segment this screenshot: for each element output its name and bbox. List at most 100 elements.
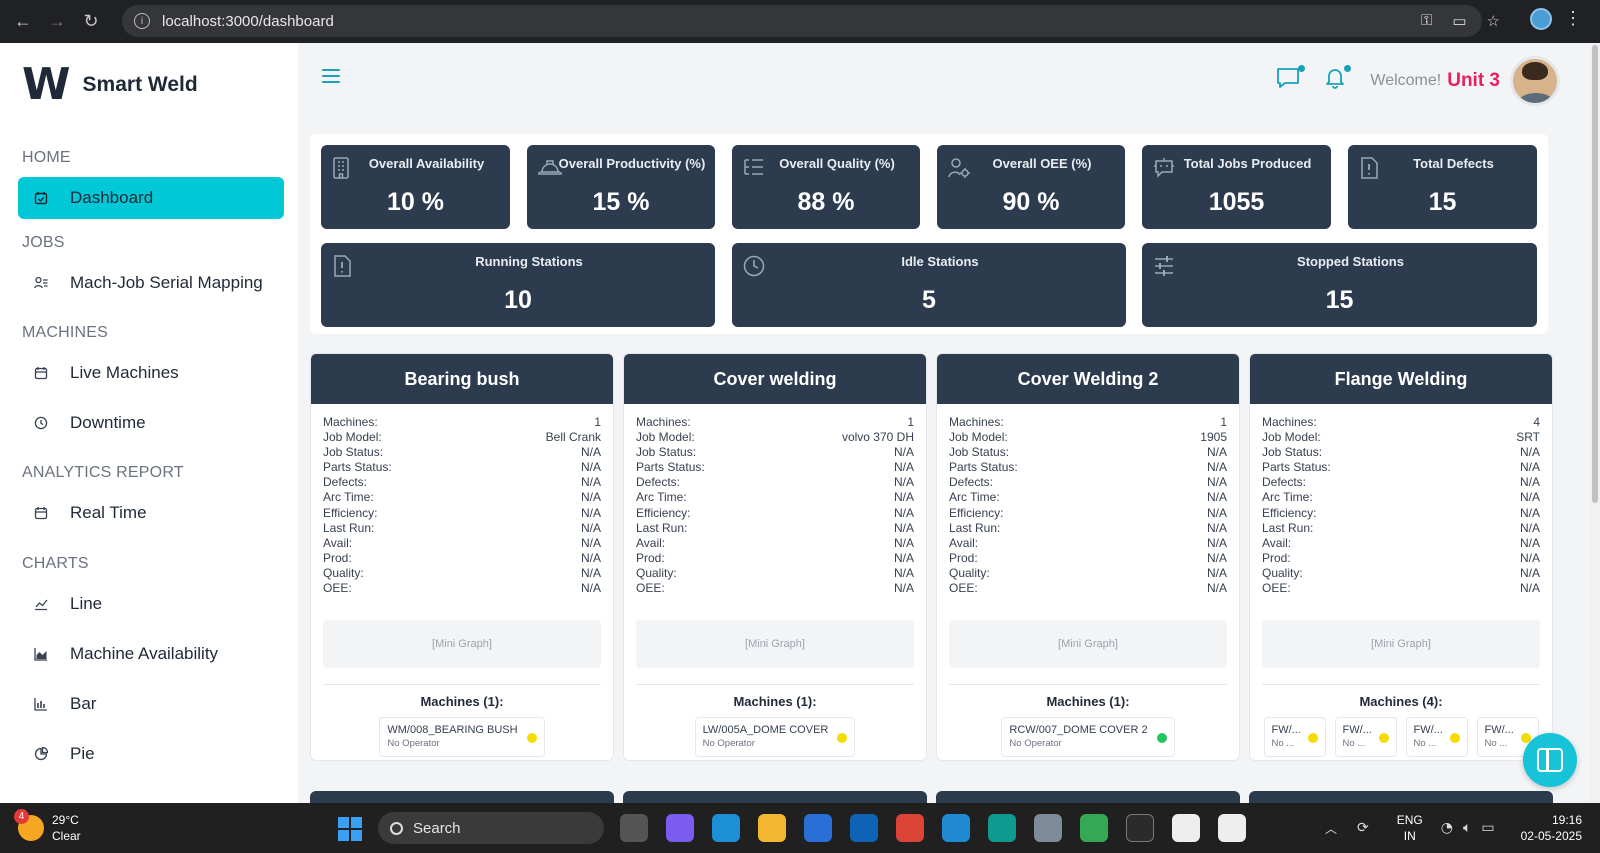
outlook-icon[interactable]: [850, 814, 878, 842]
address-bar[interactable]: i localhost:3000/dashboard: [122, 5, 1482, 37]
panel-icon: [1537, 748, 1563, 772]
sync-icon[interactable]: ⟳: [1357, 820, 1369, 836]
postman-icon[interactable]: [1218, 814, 1246, 842]
site-info-icon[interactable]: i: [134, 13, 150, 29]
back-icon[interactable]: ←: [12, 11, 34, 33]
password-key-icon[interactable]: ⚿: [1421, 12, 1432, 30]
sliders-icon: [1153, 255, 1173, 277]
detail-row: Quality: N/A: [636, 566, 914, 581]
detail-label: Machines:: [949, 415, 1004, 429]
wifi-icon[interactable]: ◔: [1441, 820, 1453, 836]
url-text: localhost:3000/dashboard: [162, 12, 334, 30]
next-station-card-header: [623, 791, 927, 803]
machine-chip[interactable]: FW/... No ...: [1334, 717, 1397, 758]
avatar[interactable]: [1510, 56, 1560, 106]
detail-value: N/A: [580, 520, 601, 535]
detail-row: Avail: N/A: [1262, 536, 1540, 551]
weather-widget[interactable]: 4 29°C Clear: [14, 809, 81, 844]
wave-app-icon[interactable]: [1172, 814, 1200, 842]
station-card: Cover Welding 2 Machines: 1 Job Model: 1905 J…: [936, 353, 1240, 761]
detail-value: N/A: [1206, 535, 1227, 550]
machine-chip[interactable]: LW/005A_DOME COVER No Operator: [694, 717, 856, 758]
detail-value: Bell Crank: [545, 430, 601, 445]
install-app-icon[interactable]: ▭: [1452, 12, 1466, 30]
detail-label: Quality:: [636, 565, 677, 580]
file-explorer-icon[interactable]: [758, 814, 786, 842]
sidebar-item-mach-job-serial-mapping[interactable]: Mach-Job Serial Mapping: [18, 262, 284, 304]
profile-avatar-icon[interactable]: [1530, 8, 1552, 30]
detail-value: N/A: [1206, 505, 1227, 520]
detail-label: Prod:: [949, 550, 978, 565]
chrome-icon[interactable]: [896, 814, 924, 842]
sidebar-item-real-time[interactable]: Real Time: [18, 492, 284, 534]
task-view-icon[interactable]: [620, 814, 648, 842]
clock-app-icon[interactable]: [988, 814, 1016, 842]
box-app-icon[interactable]: [1126, 814, 1154, 842]
system-tray: ︿ ⟳ ENG IN ◔ 🔈︎ ▭ 19:16 02-05-2025: [1325, 803, 1600, 853]
list-indent-icon: [743, 157, 763, 179]
machine-chips: LW/005A_DOME COVER No Operator: [624, 717, 926, 758]
sidebar-item-bar[interactable]: Bar: [18, 683, 284, 725]
menu-toggle-icon[interactable]: [322, 65, 340, 87]
status-dot: [1378, 733, 1389, 744]
sidebar-panel-toggle-button[interactable]: [1523, 733, 1577, 787]
reload-icon[interactable]: ↻: [80, 11, 102, 33]
machine-chip[interactable]: FW/... No ...: [1405, 717, 1468, 758]
status-dot: [1156, 733, 1167, 744]
detail-value: N/A: [580, 565, 601, 580]
pie-chart-icon: [34, 747, 48, 761]
detail-value: N/A: [1519, 581, 1540, 596]
detail-label: Machines:: [636, 415, 691, 429]
clock[interactable]: 19:16 02-05-2025: [1521, 812, 1582, 844]
forward-icon[interactable]: →: [46, 11, 68, 33]
kpi-label: Overall Availability: [368, 156, 485, 171]
detail-label: OEE:: [323, 581, 352, 596]
station-card: Bearing bush Machines: 1 Job Model: Bell Cra…: [310, 353, 614, 761]
taskbar-search[interactable]: Search: [378, 812, 604, 844]
chat-icon[interactable]: [1276, 65, 1306, 95]
tray-chevron-icon[interactable]: ︿: [1325, 820, 1337, 837]
machine-chips: WM/008_BEARING BUSH No Operator: [311, 717, 613, 758]
sidebar-item-label: Downtime: [70, 413, 146, 432]
detail-row: Machines: 1: [949, 415, 1227, 430]
detail-row: Quality: N/A: [949, 566, 1227, 581]
kpi-value: 90 %: [1002, 188, 1060, 216]
volume-icon[interactable]: 🔈︎: [1463, 820, 1471, 836]
machine-chip[interactable]: RCW/007_DOME COVER 2 No Operator: [1001, 717, 1175, 758]
detail-row: Avail: N/A: [636, 536, 914, 551]
brand-logo: W: [22, 59, 71, 110]
language-indicator[interactable]: ENG IN: [1397, 812, 1423, 844]
detail-row: Prod: N/A: [323, 551, 601, 566]
windows-start-icon[interactable]: [338, 817, 362, 841]
detail-value: N/A: [1206, 581, 1227, 596]
sidebar-item-line[interactable]: Line: [18, 583, 284, 625]
chrome-profile-icon[interactable]: [1080, 814, 1108, 842]
station-title: Flange Welding: [1250, 354, 1552, 404]
battery-icon[interactable]: ▭: [1481, 820, 1494, 836]
kpi-label: Total Jobs Produced: [1183, 156, 1312, 171]
sidebar-item-live-machines[interactable]: Live Machines: [18, 352, 284, 394]
sidebar-item-downtime[interactable]: Downtime: [18, 402, 284, 444]
chrome-dev-icon[interactable]: [1034, 814, 1062, 842]
scrollbar-thumb[interactable]: [1592, 45, 1598, 503]
copilot-icon[interactable]: [666, 814, 694, 842]
notification-bell-icon[interactable]: [1324, 65, 1352, 95]
detail-value: N/A: [893, 475, 914, 490]
browser-menu-icon[interactable]: ⋮: [1564, 8, 1582, 29]
edge-icon[interactable]: [712, 814, 740, 842]
machine-chip[interactable]: WM/008_BEARING BUSH No Operator: [379, 717, 545, 758]
sidebar-item-machine-availability[interactable]: Machine Availability: [18, 633, 284, 675]
detail-value: N/A: [1519, 475, 1540, 490]
store-icon[interactable]: [804, 814, 832, 842]
user-gear-icon: [948, 157, 970, 179]
page-scrollbar[interactable]: [1590, 43, 1600, 803]
sidebar-item-pie[interactable]: Pie: [18, 733, 284, 775]
detail-row: Prod: N/A: [1262, 551, 1540, 566]
sidebar-item-dashboard[interactable]: Dashboard: [18, 177, 284, 219]
bookmark-star-icon[interactable]: ☆: [1487, 12, 1500, 30]
detail-value: N/A: [893, 581, 914, 596]
brand[interactable]: W Smart Weld: [0, 43, 298, 127]
machine-chip[interactable]: FW/... No ...: [1263, 717, 1326, 758]
detail-value: volvo 370 DH: [841, 430, 914, 445]
vscode-icon[interactable]: [942, 814, 970, 842]
